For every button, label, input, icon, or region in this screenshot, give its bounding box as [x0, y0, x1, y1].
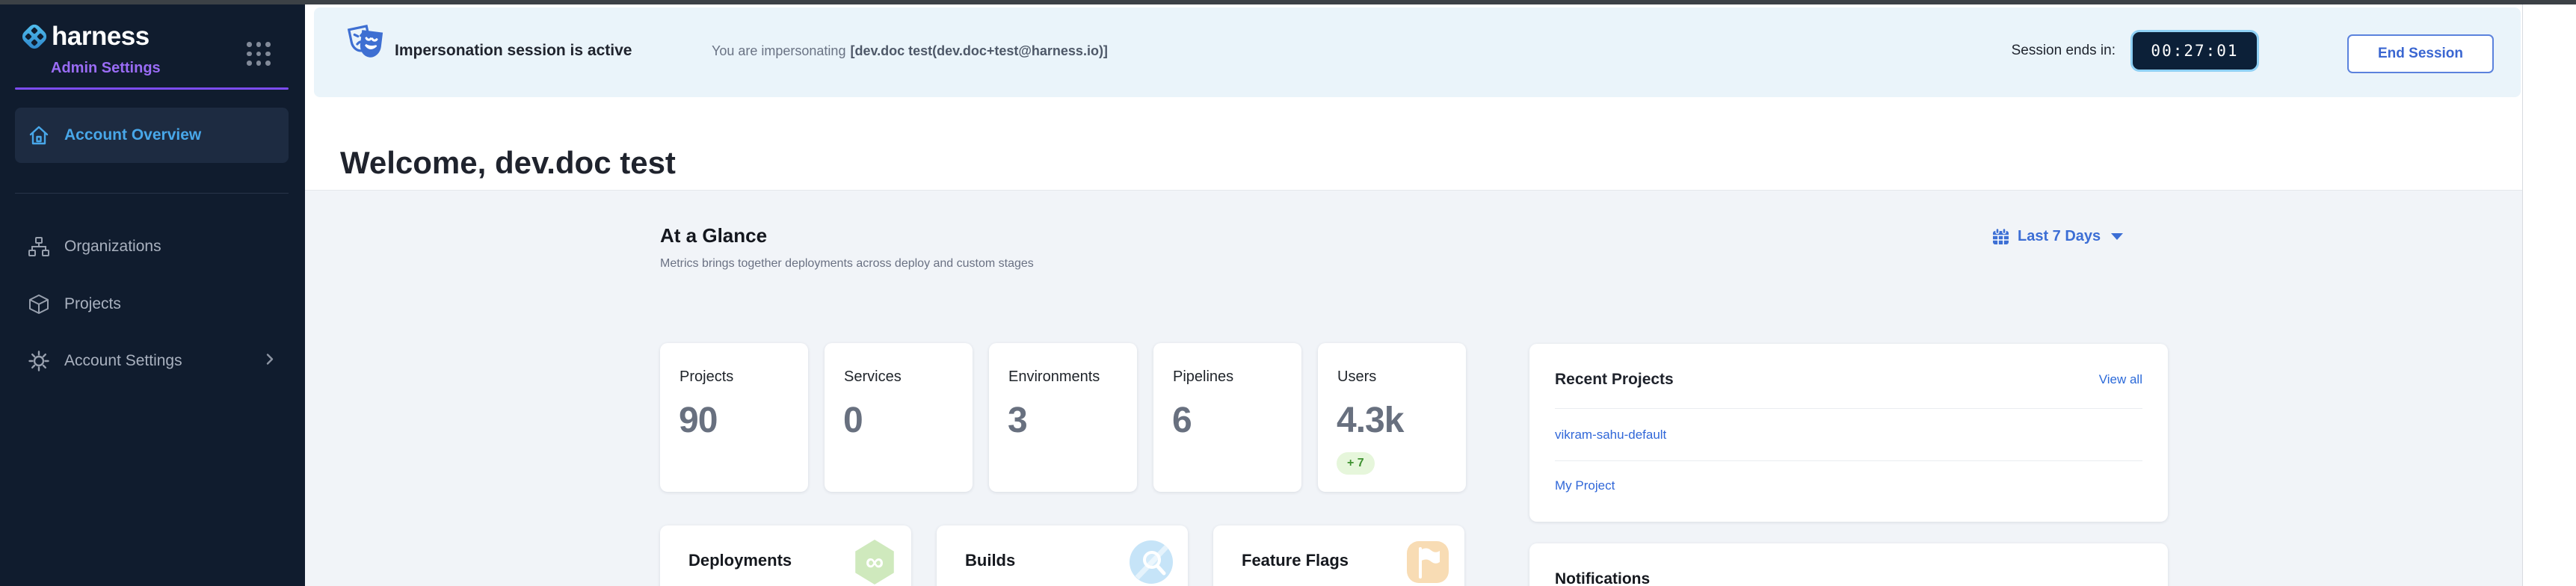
- sidebar-item-label: Organizations: [64, 238, 161, 256]
- view-all-link[interactable]: View all: [2099, 372, 2142, 387]
- session-ends-label: Session ends in:: [1944, 43, 2116, 59]
- module-card-builds[interactable]: Builds: [937, 525, 1188, 586]
- divider: [1555, 460, 2142, 461]
- metric-label: Users: [1337, 368, 1376, 386]
- project-link[interactable]: vikram-sahu-default: [1555, 428, 1666, 442]
- at-a-glance-title: At a Glance: [660, 224, 767, 247]
- builds-magnifier-icon: [1130, 540, 1173, 584]
- metric-card-pipelines: Pipelines 6: [1153, 343, 1301, 492]
- chevron-right-icon: [265, 352, 275, 371]
- metric-label: Environments: [1008, 368, 1100, 386]
- date-range-picker[interactable]: Last 7 Days: [1991, 227, 2123, 246]
- sidebar-item-label: Projects: [64, 295, 121, 313]
- sidebar-item-projects[interactable]: Projects: [15, 280, 289, 328]
- sidebar-divider: [15, 193, 289, 194]
- metric-label: Projects: [680, 368, 733, 386]
- banner-title: Impersonation session is active: [395, 42, 632, 60]
- sidebar-item-account-settings[interactable]: Account Settings: [15, 337, 289, 385]
- calendar-icon: [1991, 227, 2010, 246]
- module-card-feature-flags[interactable]: Feature Flags: [1213, 525, 1464, 586]
- metric-value: 3: [1008, 400, 1027, 441]
- project-link[interactable]: My Project: [1555, 478, 1615, 493]
- notifications-panel: Notifications: [1529, 543, 2168, 586]
- deployments-infinity-icon: ∞: [853, 540, 896, 584]
- module-title: Deployments: [688, 551, 792, 570]
- metric-card-services: Services 0: [825, 343, 973, 492]
- admin-settings-label: Admin Settings: [51, 60, 161, 77]
- gear-icon: [27, 349, 51, 373]
- recent-projects-title: Recent Projects: [1555, 371, 1674, 389]
- feature-flag-icon: [1406, 540, 1449, 584]
- apps-grid-icon[interactable]: [247, 42, 271, 66]
- end-session-button[interactable]: End Session: [2347, 34, 2494, 73]
- impersonating-prefix: You are impersonating: [712, 43, 845, 58]
- chevron-down-icon: [2111, 233, 2123, 240]
- notifications-title: Notifications: [1555, 570, 1650, 586]
- sitemap-icon: [27, 235, 51, 259]
- home-icon: [27, 123, 51, 147]
- metric-label: Pipelines: [1173, 368, 1233, 386]
- page-title: Welcome, dev.doc test: [340, 145, 676, 181]
- module-title: Builds: [965, 551, 1015, 570]
- recent-projects-panel: Recent Projects View all vikram-sahu-def…: [1529, 344, 2168, 522]
- metric-value: 4.3k: [1337, 400, 1403, 441]
- at-a-glance-subtitle: Metrics brings together deployments acro…: [660, 257, 1034, 271]
- harness-logo-icon: [19, 22, 49, 52]
- metric-card-projects: Projects 90: [660, 343, 808, 492]
- impersonated-user: [dev.doc test(dev.doc+test@harness.io)]: [850, 43, 1107, 58]
- browser-chrome-strip: [0, 0, 2576, 4]
- metric-value: 6: [1172, 400, 1192, 441]
- logo-wordmark: harness: [52, 22, 150, 52]
- metric-card-users: Users 4.3k + 7: [1318, 343, 1466, 492]
- module-accent-rule: [15, 87, 289, 90]
- banner-subtitle: You are impersonating [dev.doc test(dev.d…: [712, 43, 1108, 59]
- scrollbar-track[interactable]: [2522, 4, 2576, 586]
- metric-value: 0: [843, 400, 863, 441]
- screen: harness Admin Settings Account Overview: [0, 0, 2576, 586]
- module-title: Feature Flags: [1242, 551, 1349, 570]
- cube-icon: [27, 292, 51, 316]
- users-delta-badge: + 7: [1337, 452, 1375, 475]
- module-card-deployments[interactable]: Deployments ∞: [660, 525, 911, 586]
- harness-logo[interactable]: harness: [19, 22, 150, 52]
- impersonation-banner: Impersonation session is active You are …: [314, 7, 2521, 97]
- divider: [1555, 408, 2142, 409]
- theater-masks-icon: [345, 21, 387, 63]
- metric-card-environments: Environments 3: [989, 343, 1137, 492]
- sidebar: harness Admin Settings Account Overview: [0, 4, 305, 586]
- metric-label: Services: [844, 368, 902, 386]
- date-range-label: Last 7 Days: [2018, 228, 2101, 245]
- metric-value: 90: [679, 400, 717, 441]
- session-countdown-timer: 00:27:01: [2130, 30, 2259, 72]
- sidebar-item-label: Account Settings: [64, 352, 182, 370]
- sidebar-item-account-overview[interactable]: Account Overview: [15, 108, 289, 163]
- sidebar-item-organizations[interactable]: Organizations: [15, 223, 289, 271]
- sidebar-item-label: Account Overview: [64, 126, 201, 144]
